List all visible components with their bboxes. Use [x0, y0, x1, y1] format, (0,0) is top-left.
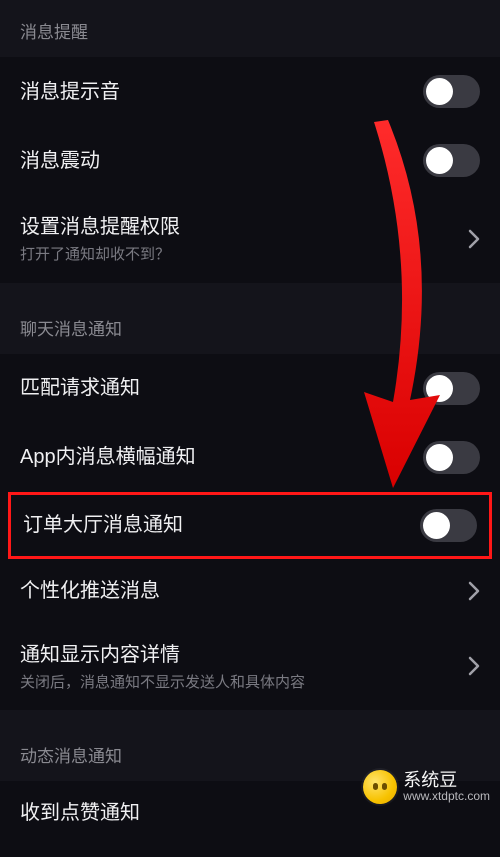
- section-divider: [0, 283, 500, 297]
- chevron-right-icon: [468, 656, 480, 676]
- label-message-sound: 消息提示音: [20, 78, 120, 106]
- toggle-message-sound[interactable]: [423, 75, 480, 108]
- row-message-sound[interactable]: 消息提示音: [0, 57, 500, 126]
- label-set-permission: 设置消息提醒权限 打开了通知却收不到？: [20, 213, 180, 265]
- label-in-app-banner: App内消息横幅通知: [20, 443, 196, 471]
- row-in-app-banner[interactable]: App内消息横幅通知: [0, 423, 500, 492]
- toggle-in-app-banner[interactable]: [423, 441, 480, 474]
- title-match-request: 匹配请求通知: [20, 374, 140, 402]
- chevron-right-icon: [468, 581, 480, 601]
- title-set-permission: 设置消息提醒权限: [20, 213, 180, 241]
- chevron-right-icon: [468, 229, 480, 249]
- title-message-vibrate: 消息震动: [20, 147, 100, 175]
- sub-show-detail: 关闭后，消息通知不显示发送人和具体内容: [20, 673, 305, 693]
- row-personalized-push[interactable]: 个性化推送消息: [0, 559, 500, 623]
- title-show-detail: 通知显示内容详情: [20, 641, 305, 669]
- watermark: 系统豆 www.xtdptc.com: [363, 770, 500, 804]
- title-order-hall: 订单大厅消息通知: [23, 511, 183, 539]
- label-show-detail: 通知显示内容详情 关闭后，消息通知不显示发送人和具体内容: [20, 641, 305, 693]
- row-match-request[interactable]: 匹配请求通知: [0, 354, 500, 423]
- watermark-url: www.xtdptc.com: [403, 790, 490, 804]
- label-like-received: 收到点赞通知: [20, 799, 140, 827]
- watermark-logo-icon: [363, 770, 397, 804]
- section-header-message-alert: 消息提醒: [0, 0, 500, 57]
- watermark-name: 系统豆: [403, 770, 490, 791]
- section-divider: [0, 710, 500, 724]
- row-show-detail[interactable]: 通知显示内容详情 关闭后，消息通知不显示发送人和具体内容: [0, 623, 500, 711]
- section-header-chat-notify: 聊天消息通知: [0, 297, 500, 354]
- title-in-app-banner: App内消息横幅通知: [20, 443, 196, 471]
- title-like-received: 收到点赞通知: [20, 799, 140, 827]
- row-message-vibrate[interactable]: 消息震动: [0, 126, 500, 195]
- row-set-permission[interactable]: 设置消息提醒权限 打开了通知却收不到？: [0, 195, 500, 283]
- title-personalized-push: 个性化推送消息: [20, 577, 160, 605]
- label-match-request: 匹配请求通知: [20, 374, 140, 402]
- label-order-hall: 订单大厅消息通知: [23, 511, 183, 539]
- row-order-hall[interactable]: 订单大厅消息通知: [8, 492, 492, 559]
- toggle-match-request[interactable]: [423, 372, 480, 405]
- toggle-message-vibrate[interactable]: [423, 144, 480, 177]
- sub-set-permission: 打开了通知却收不到？: [20, 245, 180, 265]
- title-message-sound: 消息提示音: [20, 78, 120, 106]
- toggle-order-hall[interactable]: [420, 509, 477, 542]
- label-message-vibrate: 消息震动: [20, 147, 100, 175]
- label-personalized-push: 个性化推送消息: [20, 577, 160, 605]
